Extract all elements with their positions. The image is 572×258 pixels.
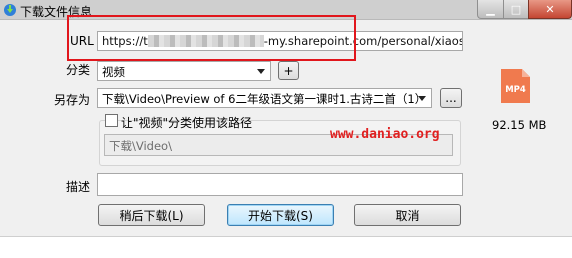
download-later-button[interactable]: 稍后下载(L)	[98, 204, 205, 226]
file-size: 92.15 MB	[492, 118, 547, 132]
redacted-segment	[147, 35, 264, 47]
start-download-label: 开始下载(S)	[248, 208, 313, 223]
plus-icon: +	[283, 63, 294, 78]
chevron-down-icon	[257, 69, 265, 74]
start-download-button[interactable]: 开始下载(S)	[227, 204, 334, 226]
window-title: 下载文件信息	[20, 5, 93, 19]
minimize-button[interactable]: ▁	[477, 0, 504, 19]
cancel-label: 取消	[395, 208, 420, 223]
close-icon: ✕	[545, 2, 555, 16]
browse-ellipsis: ...	[445, 91, 457, 105]
url-field[interactable]: https://t -my.sharepoint.com/personal/xia…	[97, 31, 463, 51]
browse-button[interactable]: ...	[440, 88, 462, 108]
chevron-down-icon	[418, 96, 426, 101]
download-manager-icon	[4, 4, 16, 16]
watermark: www.daniao.org	[330, 127, 440, 142]
file-type-text: MP4	[505, 85, 526, 95]
download-later-label: 稍后下载(L)	[119, 208, 184, 223]
minimize-icon: ▁	[486, 2, 495, 16]
category-value: 视频	[102, 65, 125, 79]
maximize-icon: □	[510, 2, 522, 16]
add-category-button[interactable]: +	[278, 61, 299, 80]
maximize-button[interactable]: □	[503, 0, 529, 19]
title-bar[interactable]: 下载文件信息 ▁ □ ✕	[0, 0, 572, 20]
description-field[interactable]	[97, 173, 463, 196]
category-select[interactable]: 视频	[97, 61, 271, 81]
url-value-suffix: -my.sharepoint.com/personal/xiaoshitou_o	[263, 34, 462, 48]
url-label: URL	[70, 34, 94, 48]
description-label: 描述	[66, 180, 91, 194]
url-value-prefix: https://t	[102, 34, 148, 48]
use-path-label: 让"视频"分类使用该路径	[121, 116, 253, 130]
footer-area	[0, 236, 572, 258]
cancel-button[interactable]: 取消	[354, 204, 461, 226]
category-label: 分类	[66, 63, 91, 77]
close-button[interactable]: ✕	[528, 0, 572, 19]
mp4-file-icon: MP4	[501, 69, 530, 103]
save-as-select[interactable]: 下载\Video\Preview of 6二年级语文第一课时1.古诗二首（1）	[97, 88, 432, 108]
save-as-value: 下载\Video\Preview of 6二年级语文第一课时1.古诗二首（1）	[102, 92, 427, 106]
category-path-value: 下载\Video\	[109, 139, 172, 153]
download-file-info-dialog: 下载文件信息 ▁ □ ✕ URL https://t -my.sharepoint…	[0, 0, 572, 258]
use-path-checkbox[interactable]	[105, 114, 118, 127]
save-as-label: 另存为	[54, 93, 91, 107]
